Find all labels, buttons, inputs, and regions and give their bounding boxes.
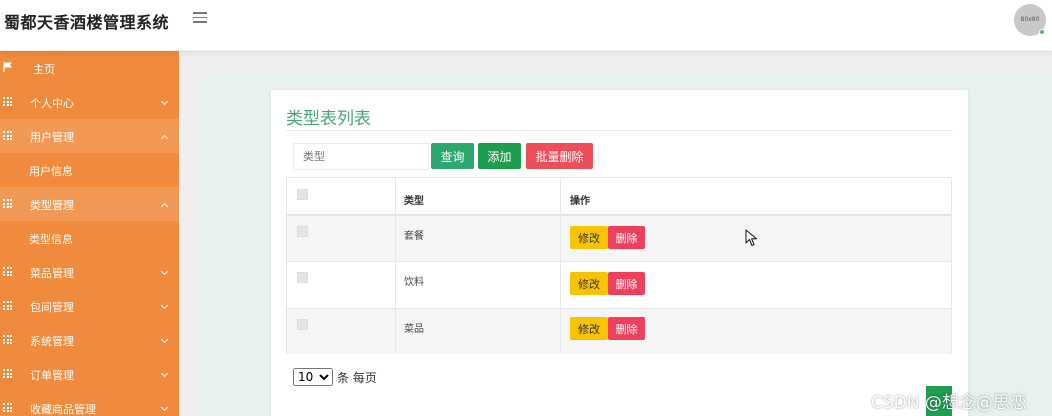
sidebar-item-type-management[interactable]: 类型管理 — [0, 187, 179, 221]
flag-icon — [3, 62, 12, 72]
table-row: 菜品 修改 删除 — [287, 309, 951, 354]
edit-button[interactable]: 修改 — [570, 317, 608, 340]
chevron-down-icon — [160, 301, 169, 310]
sidebar-item-system-management[interactable]: 系统管理 — [0, 323, 179, 357]
table-row: 饮料 修改 删除 — [287, 262, 951, 309]
mouse-cursor-icon — [745, 229, 758, 247]
page-size-suffix: 条 每页 — [337, 370, 377, 385]
delete-button[interactable]: 删除 — [608, 272, 645, 295]
search-input[interactable] — [293, 143, 429, 170]
row-checkbox[interactable] — [297, 319, 308, 330]
query-button[interactable]: 查询 — [431, 143, 474, 169]
table-row: 套餐 修改 删除 — [287, 216, 951, 262]
sidebar-item-dish-management[interactable]: 菜品管理 — [0, 255, 179, 289]
edit-button[interactable]: 修改 — [570, 272, 608, 295]
row-checkbox[interactable] — [297, 226, 308, 237]
grid-icon — [3, 301, 13, 310]
sidebar-item-home[interactable]: 主页 — [0, 51, 179, 85]
title-divider — [286, 130, 953, 131]
top-header: 蜀都天香酒楼管理系统 80x80 — [0, 0, 1052, 50]
sidebar-item-label: 系统管理 — [30, 335, 74, 348]
chevron-down-icon — [160, 97, 169, 106]
sidebar-item-label: 菜品管理 — [30, 267, 74, 280]
sidebar-item-room-management[interactable]: 包间管理 — [0, 289, 179, 323]
edit-button[interactable]: 修改 — [570, 226, 608, 249]
delete-button[interactable]: 删除 — [608, 226, 645, 249]
hamburger-menu-icon[interactable] — [193, 12, 207, 26]
sidebar-item-favorites-management[interactable]: 收藏商品管理 — [0, 391, 179, 416]
sidebar-item-order-management[interactable]: 订单管理 — [0, 357, 179, 391]
sidebar-item-label: 类型信息 — [29, 233, 73, 246]
sidebar-item-label: 包间管理 — [30, 301, 74, 314]
sidebar-item-user-management[interactable]: 用户管理 — [0, 119, 179, 153]
online-status-dot — [1039, 29, 1045, 35]
grid-icon — [3, 335, 13, 344]
sidebar-item-label: 订单管理 — [30, 369, 74, 382]
sidebar-item-label: 用户管理 — [30, 131, 74, 144]
watermark: CSDN @想念@思恋 — [871, 393, 1027, 413]
sidebar: 主页 个人中心 用户管理 用户信息 类型管理 类型信息 菜品管理 包间管理 系统… — [0, 51, 179, 416]
column-divider — [395, 178, 396, 353]
chevron-down-icon — [160, 369, 169, 378]
chevron-down-icon — [160, 267, 169, 276]
grid-icon — [3, 97, 13, 106]
pagination: 10 条 每页 — [293, 368, 377, 386]
page-size-select[interactable]: 10 — [293, 368, 333, 386]
list-card: 类型表列表 查询 添加 批量删除 类型 操作 套餐 修改 删除 饮料 修改 删除… — [271, 90, 968, 416]
sidebar-item-label: 类型管理 — [30, 199, 74, 212]
sidebar-item-label: 个人中心 — [30, 97, 74, 110]
chevron-down-icon — [160, 403, 169, 412]
type-cell: 套餐 — [404, 231, 424, 242]
sidebar-item-label: 用户信息 — [29, 165, 73, 178]
grid-icon — [3, 131, 13, 140]
sidebar-item-label: 收藏商品管理 — [30, 403, 96, 416]
delete-button[interactable]: 删除 — [608, 317, 645, 340]
chevron-up-icon — [160, 202, 169, 211]
row-checkbox[interactable] — [297, 272, 308, 283]
type-cell: 饮料 — [404, 277, 424, 288]
table-header-row: 类型 操作 — [287, 178, 951, 216]
batch-delete-button[interactable]: 批量删除 — [526, 143, 593, 169]
chevron-up-icon — [160, 134, 169, 143]
grid-icon — [3, 403, 13, 412]
sidebar-subitem-type-info[interactable]: 类型信息 — [0, 221, 179, 255]
type-cell: 菜品 — [404, 324, 424, 335]
column-header-actions: 操作 — [570, 196, 590, 207]
column-header-type: 类型 — [404, 196, 424, 207]
type-table: 类型 操作 套餐 修改 删除 饮料 修改 删除 菜品 修改 删除 — [286, 177, 952, 354]
sidebar-item-label: 主页 — [33, 63, 55, 76]
add-button[interactable]: 添加 — [478, 143, 521, 169]
chevron-down-icon — [160, 335, 169, 344]
sidebar-subitem-user-info[interactable]: 用户信息 — [0, 153, 179, 187]
column-divider — [560, 178, 561, 353]
grid-icon — [3, 267, 13, 276]
select-all-checkbox[interactable] — [297, 189, 308, 200]
sidebar-item-personal-center[interactable]: 个人中心 — [0, 85, 179, 119]
grid-icon — [3, 369, 13, 378]
page-title: 类型表列表 — [286, 109, 371, 129]
grid-icon — [3, 199, 13, 208]
app-title: 蜀都天香酒楼管理系统 — [4, 13, 170, 32]
